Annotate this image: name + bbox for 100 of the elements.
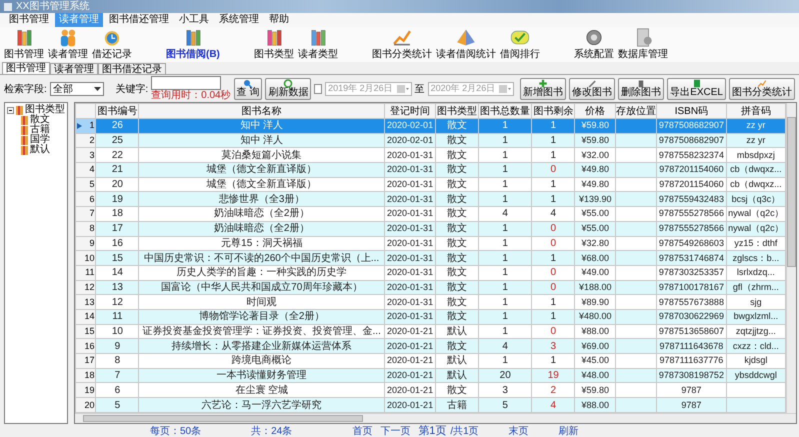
table-cell: ¥45.00	[574, 354, 616, 368]
column-header[interactable]: 图书编号	[96, 104, 139, 118]
vertical-scrollbar[interactable]	[786, 103, 796, 413]
toolbar-button[interactable]: 数据库管理	[616, 27, 670, 62]
tab[interactable]: 图书管理	[2, 62, 50, 74]
toolbar-button[interactable]: 读者类型	[296, 27, 340, 62]
table-cell	[616, 133, 657, 148]
toolbar-button[interactable]: 借还记录	[90, 27, 134, 62]
tree-item[interactable]: 图书类型	[25, 105, 65, 115]
table-cell: ¥48.00	[574, 368, 616, 383]
last-page-link[interactable]: 末页	[508, 424, 529, 437]
next-page-link[interactable]: 下一页	[380, 424, 410, 437]
table-cell: 1	[532, 354, 575, 368]
menu-item[interactable]: 系统管理	[215, 13, 263, 27]
table-cell: 26	[96, 118, 139, 134]
action-button[interactable]: 修改图书	[569, 78, 616, 100]
row-number: 8	[76, 221, 96, 236]
query-button[interactable]: 查 询	[234, 78, 262, 100]
menu-item[interactable]: 帮助	[265, 13, 293, 27]
table-cell: 9787508682907	[656, 118, 726, 134]
toolbar-button[interactable]: 图书类型	[252, 27, 296, 62]
tree-item[interactable]: 国学	[30, 135, 50, 145]
action-button[interactable]: 删除图书	[618, 78, 664, 100]
column-header[interactable]: 图书总数量	[478, 104, 532, 118]
table-cell: 9787201154060	[656, 162, 726, 178]
refresh-link[interactable]: 刷新	[558, 424, 579, 437]
table-cell: nywal（q2c）	[726, 221, 786, 236]
action-button[interactable]: 导出EXCEL	[667, 78, 726, 100]
table-cell: 1	[478, 236, 532, 251]
row-number: 4	[76, 162, 96, 178]
toolbar-button[interactable]: 读者管理	[46, 27, 90, 62]
table-cell: bcsj（q3c）	[726, 192, 786, 207]
column-header[interactable]: 登记时间	[384, 104, 436, 118]
toolbar-button[interactable]: 系统配置	[572, 27, 616, 62]
field-dropdown[interactable]: 全部	[50, 82, 104, 96]
table-cell: zglscs：b...	[726, 250, 786, 266]
table-cell: 1	[532, 250, 575, 266]
column-header[interactable]: 拼音码	[726, 104, 786, 118]
action-button[interactable]: 图书分类统计	[729, 78, 795, 100]
toolbar-button[interactable]: 借阅排行	[498, 27, 542, 62]
table-cell	[616, 250, 657, 266]
page-size-text: 每页：50条	[150, 424, 202, 437]
tab[interactable]: 读者管理	[50, 63, 98, 74]
menu-item[interactable]: 小工具	[175, 13, 213, 27]
column-header[interactable]: 存放位置	[616, 104, 657, 118]
table-cell	[616, 148, 657, 163]
table-cell: 古籍	[436, 398, 479, 412]
table-cell: 1	[478, 148, 532, 163]
table-cell: 2020-01-21	[384, 368, 436, 383]
tree-item[interactable]: 古籍	[30, 125, 50, 135]
table-cell	[726, 382, 786, 398]
table-cell: 2020-01-31	[384, 148, 436, 163]
table-cell	[616, 398, 657, 412]
table-cell: 4	[478, 338, 532, 354]
table-cell: 时间观	[138, 294, 384, 310]
row-number: 10	[76, 250, 96, 266]
table-cell	[616, 177, 657, 192]
column-header[interactable]: 价格	[574, 104, 616, 118]
table-cell: 城堡（德文全新直译版）	[138, 162, 384, 178]
action-button[interactable]: 新增图书	[520, 78, 566, 100]
table-cell: kjdsgl	[726, 354, 786, 368]
table-cell: 0	[532, 324, 575, 339]
tree-item[interactable]: 默认	[30, 145, 50, 155]
menu-item[interactable]: 图书借还管理	[105, 13, 173, 27]
table-cell: ¥480.00	[574, 309, 616, 324]
column-header[interactable]: 图书剩余	[532, 104, 575, 118]
table-cell: yz15：dthf	[726, 236, 786, 251]
keyword-field[interactable]	[151, 76, 222, 90]
toolbar-button[interactable]: 图书分类统计	[370, 27, 434, 62]
table-cell: 1	[478, 133, 532, 148]
column-header[interactable]: 图书名称	[138, 104, 384, 118]
date-checkbox[interactable]	[314, 84, 322, 94]
first-page-link[interactable]: 首页	[352, 424, 372, 437]
table-cell: 5	[96, 398, 139, 412]
row-number: 7	[76, 206, 96, 222]
table-cell	[616, 162, 657, 178]
table-cell: 18	[96, 206, 139, 222]
tree-item[interactable]: 散文	[30, 115, 50, 125]
table-cell	[616, 338, 657, 354]
refresh-button[interactable]: 刷新数据	[265, 78, 312, 100]
table-cell: 默认	[436, 324, 479, 339]
tab[interactable]: 图书借还记录	[98, 63, 166, 74]
row-number: 19	[76, 382, 96, 398]
table-cell: 0	[532, 162, 575, 178]
column-header[interactable]: ISBN码	[656, 104, 726, 118]
table-cell: 1	[478, 354, 532, 368]
current-page-text: 第1页	[418, 424, 446, 437]
table-cell: ¥49.80	[574, 177, 616, 192]
menu-item[interactable]: 图书管理	[5, 13, 53, 27]
table-cell: 0	[532, 265, 575, 280]
horizontal-scrollbar[interactable]	[75, 413, 796, 423]
toolbar-button[interactable]: 读者借阅统计	[434, 27, 498, 62]
toolbar-button[interactable]: 图书管理	[2, 27, 46, 62]
table-cell: 1	[478, 177, 532, 192]
table-cell: 12	[96, 294, 139, 310]
table-cell: ¥55.00	[574, 206, 616, 222]
toolbar-button[interactable]: 图书借阅(B)	[164, 27, 222, 62]
table-cell: 5	[478, 398, 532, 412]
table-cell: 悲惨世界（全3册）	[138, 192, 384, 207]
column-header[interactable]: 图书类型	[436, 104, 479, 118]
